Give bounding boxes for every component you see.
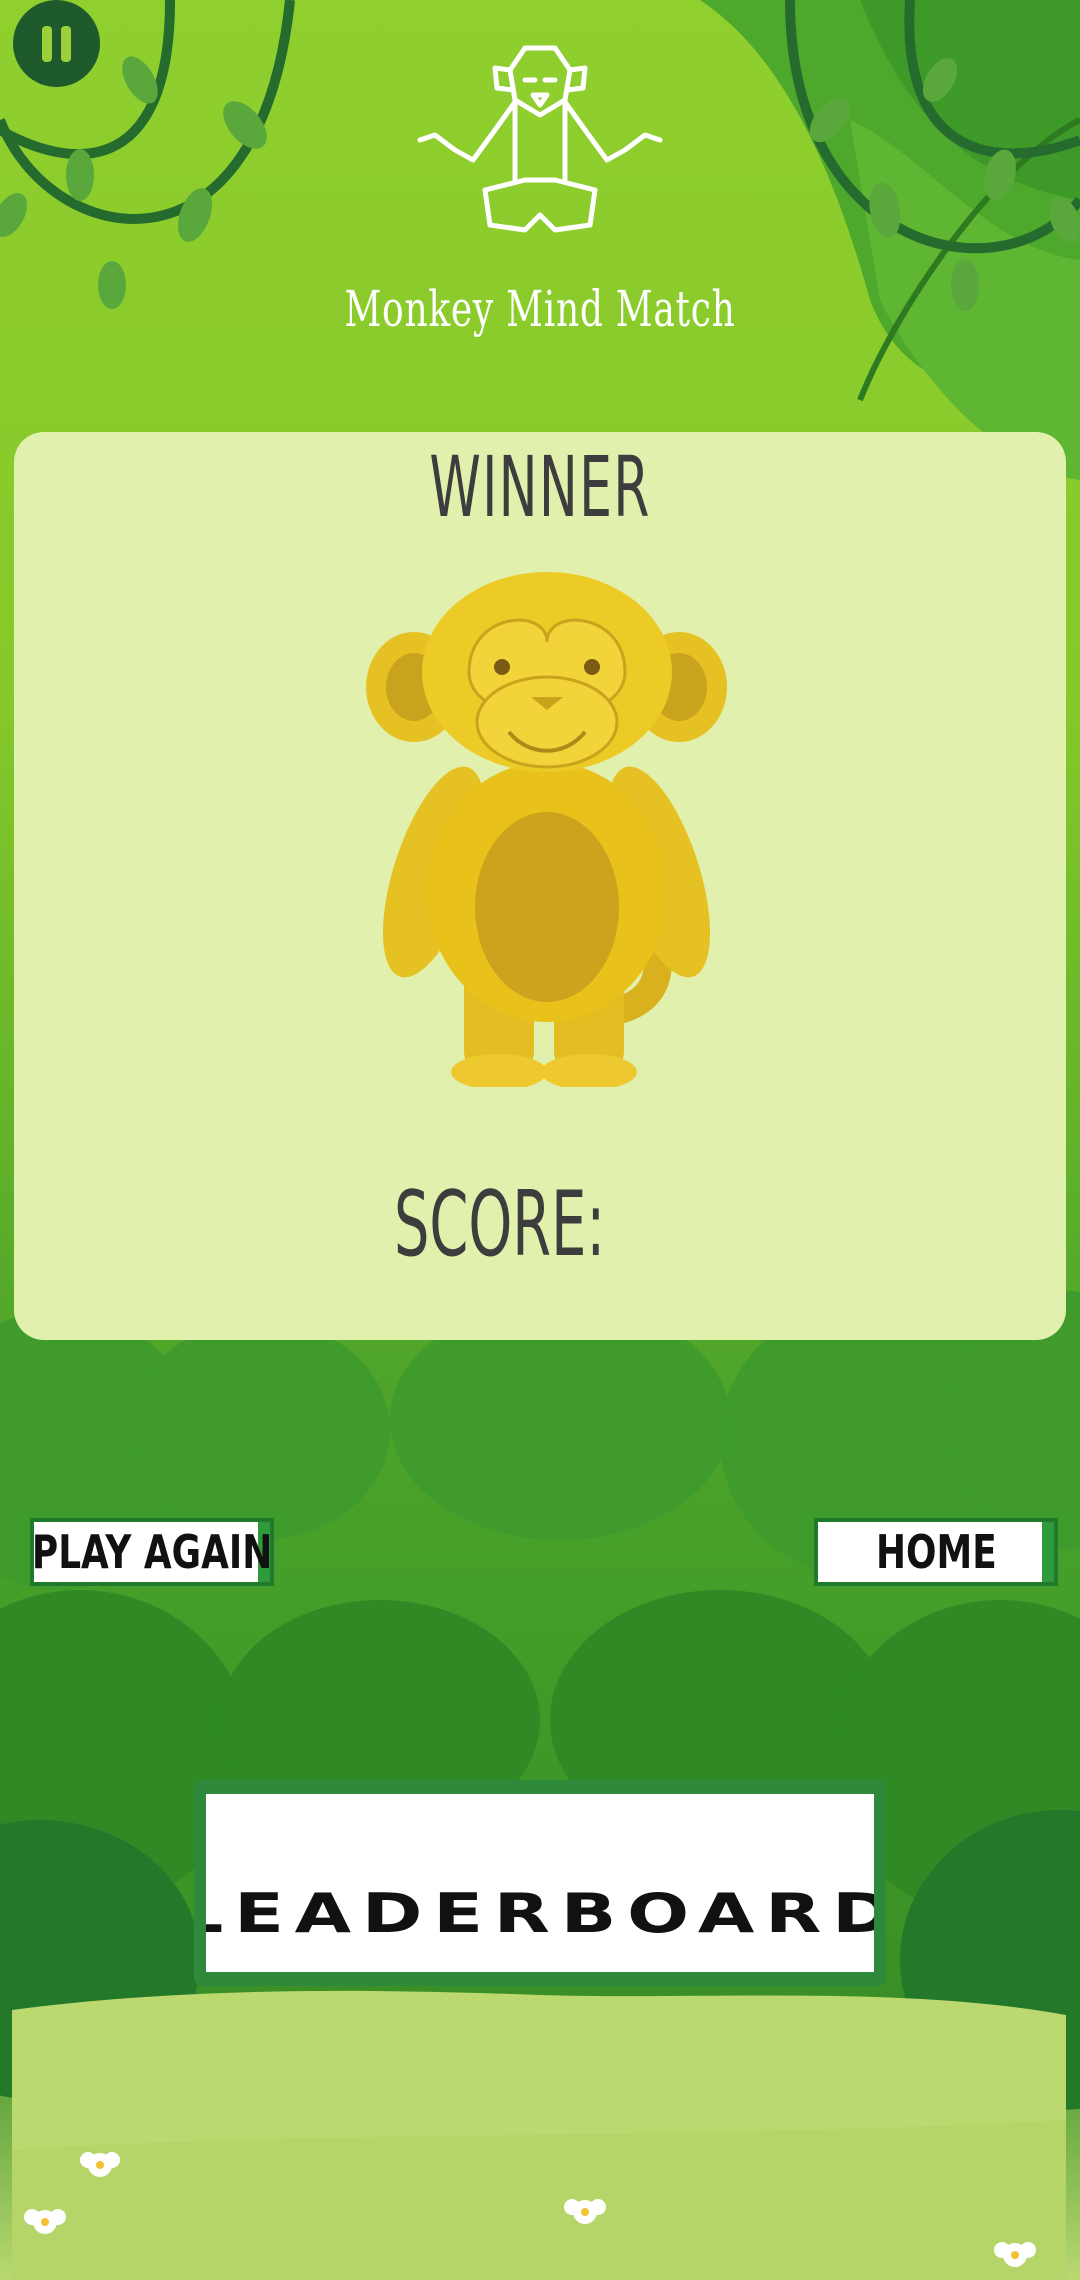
score-line: SCORE: xyxy=(394,1172,624,1277)
gold-monkey-trophy xyxy=(366,572,727,1087)
pause-button[interactable] xyxy=(13,0,100,87)
home-label: HOME xyxy=(875,1525,997,1579)
pause-icon xyxy=(42,25,52,62)
winner-heading: WINNER xyxy=(429,438,651,536)
meditating-monkey-logo xyxy=(417,45,663,233)
leaderboard-button[interactable]: LEADERBOARD xyxy=(194,1780,886,1986)
leaderboard-label: LEADERBOARD xyxy=(206,1881,874,1945)
result-panel: WINNER SCORE: xyxy=(14,432,1066,1340)
play-again-label: PLAY AGAIN xyxy=(31,1525,273,1579)
app-title: Monkey Mind Match xyxy=(344,280,736,338)
score-label: SCORE: xyxy=(394,1172,606,1277)
home-button[interactable]: HOME xyxy=(814,1518,1058,1586)
play-again-button[interactable]: PLAY AGAIN xyxy=(30,1518,274,1586)
